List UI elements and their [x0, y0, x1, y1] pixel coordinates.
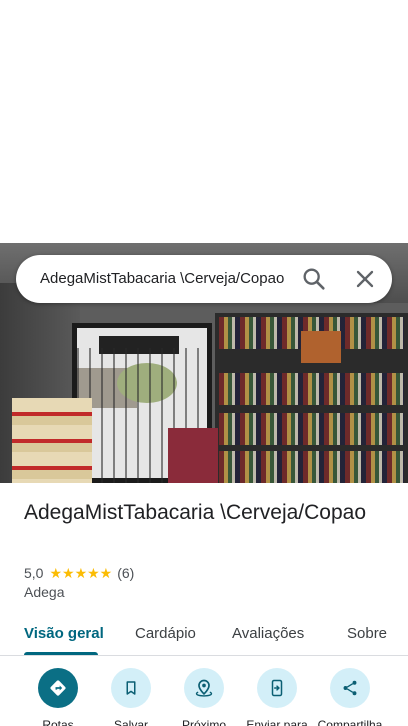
- shelf-row: [219, 451, 404, 483]
- close-icon[interactable]: [351, 265, 379, 293]
- tab-menu[interactable]: Cardápio: [135, 625, 196, 642]
- nearby-icon: [184, 668, 224, 708]
- tab-overview[interactable]: Visão geral: [24, 625, 104, 642]
- send-to-phone-label: Enviar para: [246, 718, 308, 726]
- send-to-phone-icon: [257, 668, 297, 708]
- tab-bar: Visão geral Cardápio Avaliações Sobre: [0, 610, 408, 656]
- nearby-button[interactable]: Próximo: [167, 668, 241, 726]
- place-title: AdegaMistTabacaria \Cerveja/Copao: [24, 501, 367, 524]
- bookmark-icon: [111, 668, 151, 708]
- save-button[interactable]: Salvar: [94, 668, 168, 726]
- rating-row[interactable]: 5,0 ★★★★★ (6): [24, 564, 134, 582]
- tab-about[interactable]: Sobre: [347, 625, 387, 642]
- review-count[interactable]: (6): [117, 565, 134, 581]
- share-button[interactable]: Compartilha: [313, 668, 387, 726]
- send-to-phone-button[interactable]: Enviar para: [240, 668, 314, 726]
- search-query[interactable]: AdegaMistTabacaria \Cerveja/Copao: [40, 255, 298, 303]
- directions-icon: [38, 668, 78, 708]
- active-tab-indicator: [24, 652, 98, 655]
- photo-fridge: [168, 428, 218, 483]
- rating-value: 5,0: [24, 565, 44, 581]
- place-category: Adega: [24, 584, 65, 600]
- directions-button[interactable]: Rotas: [21, 668, 95, 726]
- search-icon[interactable]: [300, 265, 328, 293]
- shelf-row: [219, 413, 404, 445]
- share-label: Compartilha: [317, 718, 383, 726]
- nearby-label: Próximo: [181, 718, 226, 726]
- photo-beer-crates: [12, 398, 92, 483]
- shelf-row: [219, 373, 404, 405]
- photo-bottle-shelf: [215, 313, 408, 483]
- blank-area: [0, 0, 408, 243]
- save-label: Salvar: [113, 718, 148, 726]
- shelf-sign: [301, 331, 341, 363]
- tab-reviews[interactable]: Avaliações: [232, 625, 304, 642]
- rating-stars: ★★★★★: [49, 564, 113, 581]
- share-icon: [330, 668, 370, 708]
- directions-label: Rotas: [42, 718, 74, 726]
- search-bar[interactable]: AdegaMistTabacaria \Cerveja/Copao: [16, 255, 392, 303]
- action-bar: Rotas Salvar Próximo Enviar para Compart…: [0, 668, 408, 726]
